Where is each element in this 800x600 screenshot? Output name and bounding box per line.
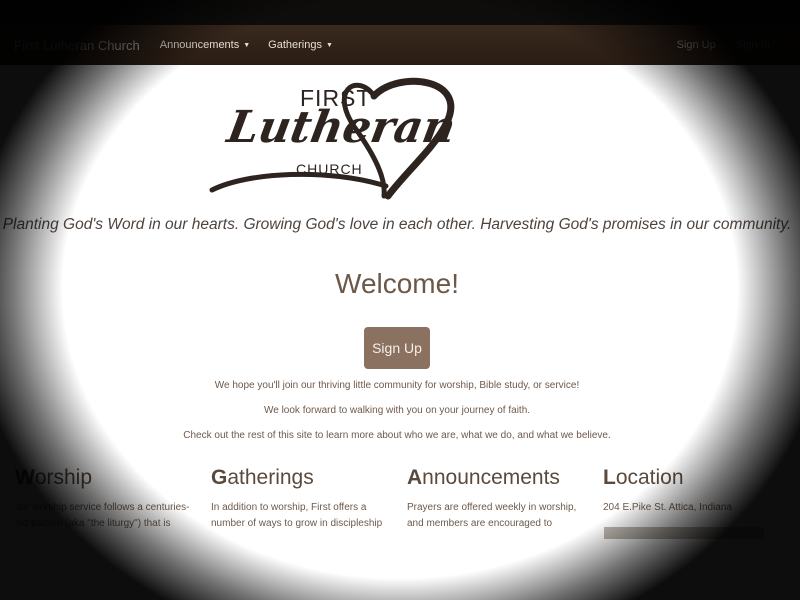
worship-text: our worship service follows a centuries-… bbox=[15, 502, 190, 529]
gatherings-section: Gatherings In addition to worship, First… bbox=[211, 466, 391, 532]
gatherings-heading[interactable]: Gatherings bbox=[211, 466, 391, 490]
nav-sign-in-link[interactable]: Sign In bbox=[736, 39, 770, 51]
intro-line-journey: We look forward to walking with you on y… bbox=[263, 405, 531, 416]
caret-down-icon: ▼ bbox=[243, 41, 251, 49]
caret-down-icon: ▼ bbox=[325, 41, 333, 49]
nav-announcements-dropdown[interactable]: Announcements ▼ bbox=[160, 39, 250, 51]
location-address: 204 E.Pike St. Attica, Indiana bbox=[603, 502, 732, 513]
intro-line-learn-more: Check out the rest of this site to learn… bbox=[183, 430, 611, 441]
location-map[interactable] bbox=[604, 527, 764, 539]
logo-church-text: CHURCH bbox=[296, 161, 363, 177]
location-heading[interactable]: Location bbox=[603, 466, 783, 490]
nav-gatherings-label: Gatherings bbox=[268, 39, 322, 51]
gatherings-text: In addition to worship, First offers a n… bbox=[211, 502, 383, 529]
announcements-section: Announcements Prayers are offered weekly… bbox=[407, 466, 587, 532]
navbar-brand[interactable]: First Lutheran Church bbox=[14, 38, 140, 53]
announcements-heading[interactable]: Announcements bbox=[407, 466, 587, 490]
location-section: Location 204 E.Pike St. Attica, Indiana bbox=[603, 466, 783, 516]
worship-heading[interactable]: Worship bbox=[15, 466, 195, 490]
announcements-text: Prayers are offered weekly in worship, a… bbox=[407, 502, 577, 529]
welcome-heading: Welcome! bbox=[335, 268, 459, 299]
church-logo[interactable]: FIRST Lutheran CHURCH bbox=[208, 72, 468, 202]
nav-announcements-label: Announcements bbox=[159, 39, 240, 51]
nav-account-links: Sign Up Sign In bbox=[677, 39, 770, 51]
logo-lutheran-text: Lutheran bbox=[223, 102, 460, 153]
tagline: Planting God's Word in our hearts. Growi… bbox=[2, 216, 792, 233]
sign-up-button[interactable]: Sign Up bbox=[364, 327, 430, 369]
nav-gatherings-dropdown[interactable]: Gatherings ▼ bbox=[268, 39, 333, 51]
browser-top-strip bbox=[0, 0, 800, 25]
worship-section: Worship our worship service follows a ce… bbox=[15, 466, 195, 532]
nav-sign-up-link[interactable]: Sign Up bbox=[677, 39, 716, 51]
navbar: First Lutheran Church Announcements ▼ Ga… bbox=[0, 25, 800, 65]
intro-line-join: We hope you'll join our thriving little … bbox=[214, 380, 580, 391]
